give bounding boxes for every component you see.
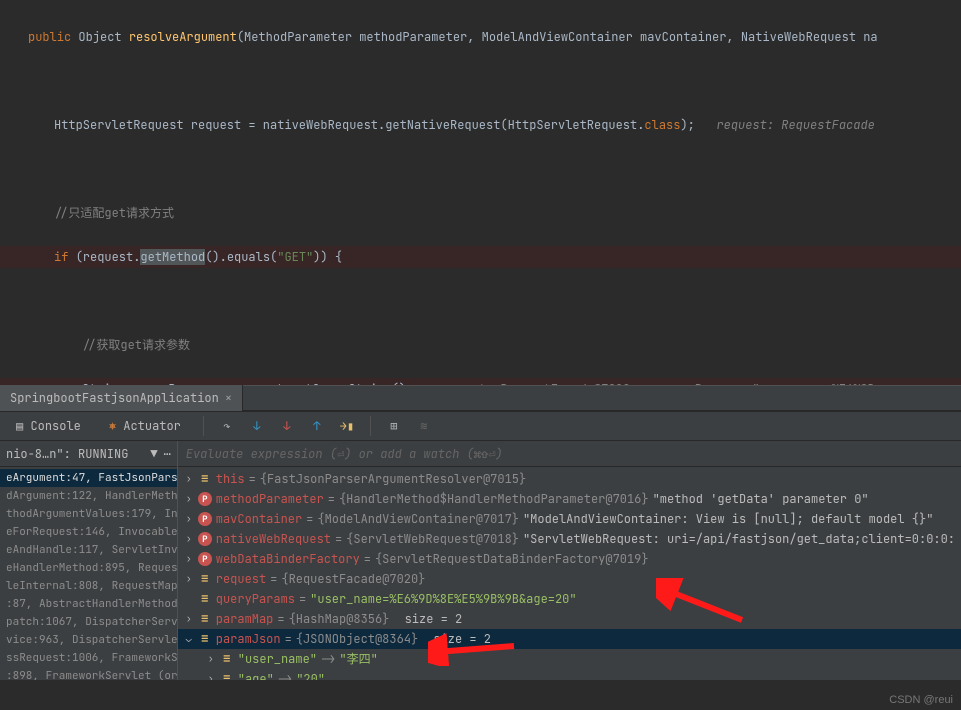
stack-frame[interactable]: :898, FrameworkServlet (org. bbox=[0, 667, 177, 680]
stack-frame[interactable]: ssRequest:1006, FrameworkS bbox=[0, 649, 177, 667]
step-over-icon[interactable]: ↷ bbox=[216, 415, 238, 437]
code-comment: //获取get请求参数 bbox=[0, 334, 961, 356]
stack-frame[interactable]: vice:963, DispatcherServlet { bbox=[0, 631, 177, 649]
object-icon: ≡ bbox=[198, 589, 212, 609]
filter-icon[interactable]: ▼ bbox=[150, 446, 157, 462]
stack-frame[interactable]: eHandlerMethod:895, Reques bbox=[0, 559, 177, 577]
frames-list[interactable]: eArgument:47, FastJsonParse dArgument:12… bbox=[0, 467, 177, 680]
object-icon: ≡ bbox=[198, 629, 212, 649]
step-out-icon[interactable]: ↑ bbox=[306, 415, 328, 437]
console-tab[interactable]: ▤ Console bbox=[6, 415, 91, 437]
stack-frame[interactable]: thodArgumentValues:179, Inv bbox=[0, 505, 177, 523]
stack-frame[interactable]: patch:1067, DispatcherServle bbox=[0, 613, 177, 631]
param-icon: P bbox=[198, 512, 212, 526]
stack-frame[interactable]: eForRequest:146, InvocableH bbox=[0, 523, 177, 541]
debug-tool-window: ▤ Console ⎈ Actuator ↷ ↓ ↓ ↑ →▮ ⊞ ≋ nio-… bbox=[0, 411, 961, 680]
var-query-params[interactable]: ≡ queryParams = "user_name=%E6%9D%8E%E5%… bbox=[178, 589, 961, 609]
code-line bbox=[0, 290, 961, 312]
code-comment: //只适配get请求方式 bbox=[0, 202, 961, 224]
var-param-json-user-name[interactable]: ›≡ "user_name" -> "李四" bbox=[178, 649, 961, 669]
close-icon[interactable]: × bbox=[225, 385, 232, 411]
var-web-data-binder-factory[interactable]: ›P webDataBinderFactory = {ServletReques… bbox=[178, 549, 961, 569]
trace-icon[interactable]: ≋ bbox=[413, 415, 435, 437]
stack-frame[interactable]: dArgument:122, HandlerMeth bbox=[0, 487, 177, 505]
code-line: HttpServletRequest request = nativeWebRe… bbox=[0, 114, 961, 136]
variables-panel: Evaluate expression (⏎) or add a watch (… bbox=[178, 441, 961, 680]
var-native-web-request[interactable]: ›P nativeWebRequest = {ServletWebRequest… bbox=[178, 529, 961, 549]
object-icon: ≡ bbox=[198, 609, 212, 629]
stack-frame[interactable]: eArgument:47, FastJsonParse bbox=[0, 469, 177, 487]
actuator-icon: ⎈ bbox=[109, 418, 116, 434]
stack-frame[interactable]: leInternal:808, RequestMappi bbox=[0, 577, 177, 595]
run-to-cursor-icon[interactable]: →▮ bbox=[336, 415, 358, 437]
evaluate-input[interactable]: Evaluate expression (⏎) or add a watch (… bbox=[178, 441, 961, 467]
force-step-into-icon[interactable]: ↓ bbox=[276, 415, 298, 437]
thread-name: nio-8…n": RUNNING bbox=[6, 446, 128, 462]
run-tab[interactable]: SpringbootFastjsonApplication × bbox=[0, 385, 243, 411]
stack-frame[interactable]: eAndHandle:117, ServletInvo bbox=[0, 541, 177, 559]
object-icon: ≡ bbox=[220, 669, 234, 680]
code-line: public Object resolveArgument(MethodPara… bbox=[0, 26, 961, 48]
variables-tree[interactable]: ›≡ this = {FastJsonParserArgumentResolve… bbox=[178, 467, 961, 680]
frames-panel: nio-8…n": RUNNING ▼ ⋯ eArgument:47, Fast… bbox=[0, 441, 178, 680]
settings-icon[interactable]: ⋯ bbox=[164, 446, 171, 462]
code-line bbox=[0, 70, 961, 92]
step-into-icon[interactable]: ↓ bbox=[246, 415, 268, 437]
actuator-tab[interactable]: ⎈ Actuator bbox=[99, 415, 191, 437]
code-editor[interactable]: public Object resolveArgument(MethodPara… bbox=[0, 0, 961, 385]
stack-frame[interactable]: :87, AbstractHandlerMethod bbox=[0, 595, 177, 613]
param-icon: P bbox=[198, 532, 212, 546]
object-icon: ≡ bbox=[198, 469, 212, 489]
run-configuration-tabs: SpringbootFastjsonApplication × bbox=[0, 385, 961, 411]
frames-header: nio-8…n": RUNNING ▼ ⋯ bbox=[0, 441, 177, 467]
var-param-json[interactable]: ⌄≡ paramJson = {JSONObject@8364} size = … bbox=[178, 629, 961, 649]
watermark: CSDN @reui bbox=[889, 694, 953, 706]
object-icon: ≡ bbox=[198, 569, 212, 589]
param-icon: P bbox=[198, 492, 212, 506]
code-line bbox=[0, 158, 961, 180]
evaluate-icon[interactable]: ⊞ bbox=[383, 415, 405, 437]
var-request[interactable]: ›≡ request = {RequestFacade@7020} bbox=[178, 569, 961, 589]
var-this[interactable]: ›≡ this = {FastJsonParserArgumentResolve… bbox=[178, 469, 961, 489]
var-method-parameter[interactable]: ›P methodParameter = {HandlerMethod$Hand… bbox=[178, 489, 961, 509]
param-icon: P bbox=[198, 552, 212, 566]
var-mav-container[interactable]: ›P mavContainer = {ModelAndViewContainer… bbox=[178, 509, 961, 529]
run-tab-label: SpringbootFastjsonApplication bbox=[10, 385, 219, 411]
var-param-json-age[interactable]: ›≡ "age" -> "20" bbox=[178, 669, 961, 680]
debug-toolbar: ▤ Console ⎈ Actuator ↷ ↓ ↓ ↑ →▮ ⊞ ≋ bbox=[0, 412, 961, 441]
code-line: String queryParams = request.getQueryStr… bbox=[0, 378, 961, 385]
code-line: if (request.getMethod().equals("GET")) { bbox=[0, 246, 961, 268]
terminal-icon: ▤ bbox=[16, 418, 23, 434]
object-icon: ≡ bbox=[220, 649, 234, 669]
var-param-map[interactable]: ›≡ paramMap = {HashMap@8356} size = 2 bbox=[178, 609, 961, 629]
